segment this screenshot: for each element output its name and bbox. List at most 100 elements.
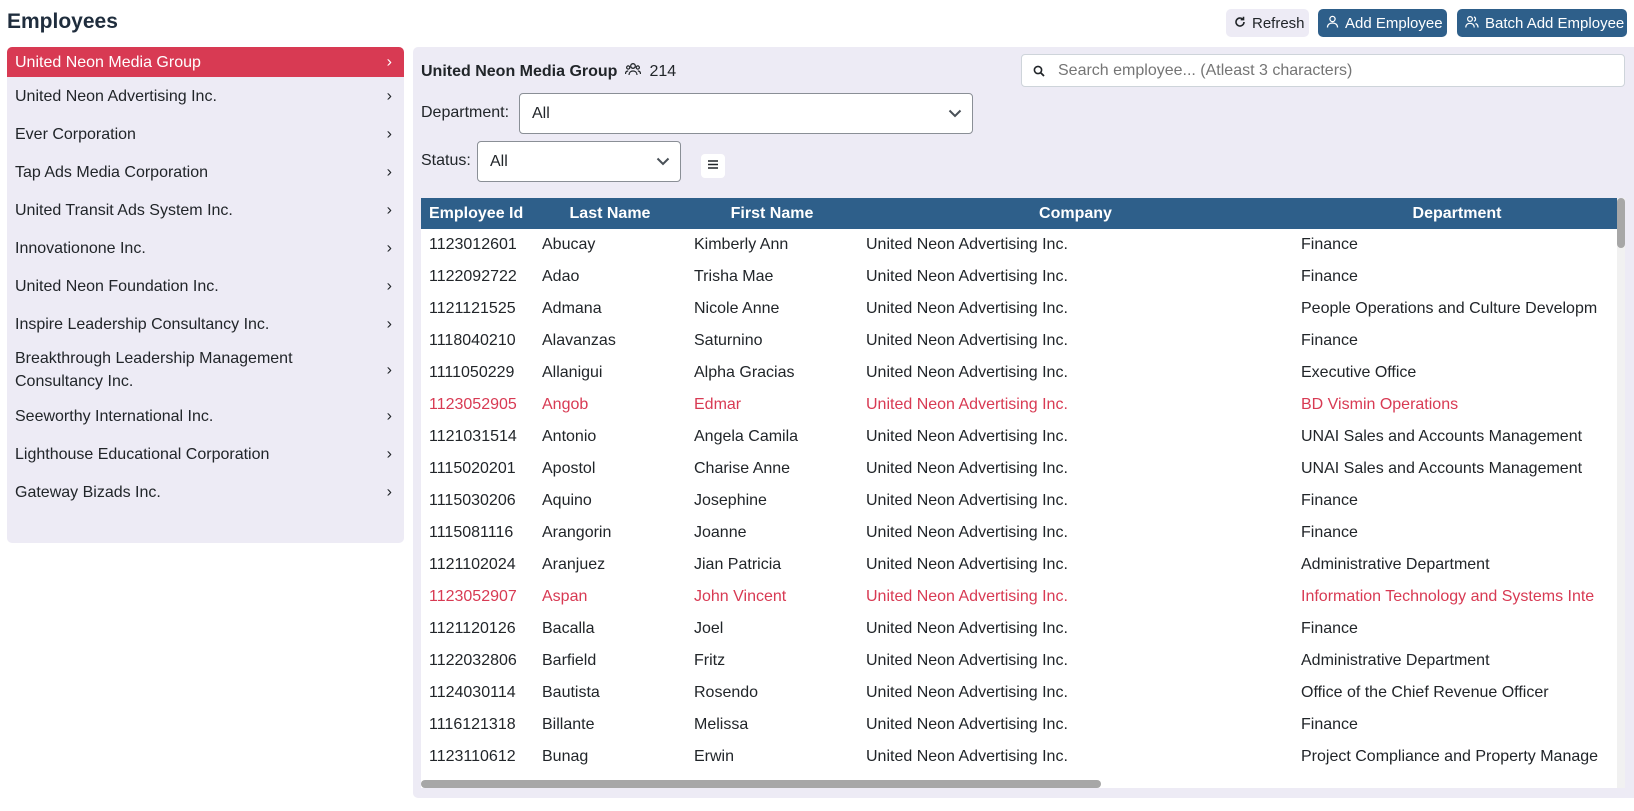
- people-icon: [625, 62, 642, 81]
- cell-last-name: Alavanzas: [542, 332, 616, 349]
- refresh-label: Refresh: [1252, 14, 1305, 32]
- table-row[interactable]: 1111050229 Allanigui Alpha Gracias United N…: [421, 357, 1621, 389]
- cell-company: United Neon Advertising Inc.: [866, 684, 1068, 701]
- table-row[interactable]: 1115030206 Aquino Josephine United Neon Adv…: [421, 485, 1621, 517]
- cell-employee-id: 1122032806: [429, 652, 517, 669]
- cell-employee-id: 1123012601: [429, 236, 517, 253]
- cell-department: People Operations and Culture Developm: [1301, 300, 1598, 317]
- cell-department: Finance: [1301, 716, 1358, 733]
- column-menu-button[interactable]: [701, 154, 725, 178]
- refresh-icon: [1234, 15, 1246, 32]
- header-employee-id[interactable]: Employee Id: [421, 198, 534, 229]
- sidebar-item[interactable]: Gateway Bizads Inc. ›: [7, 473, 404, 511]
- sidebar-item[interactable]: Innovationone Inc. ›: [7, 229, 404, 267]
- chevron-right-icon: ›: [386, 201, 392, 219]
- header-last-name[interactable]: Last Name: [534, 198, 686, 229]
- vertical-scroll-thumb[interactable]: [1617, 198, 1625, 248]
- chevron-right-icon: ›: [386, 163, 392, 181]
- table-row[interactable]: 1123052905 Angob Edmar United Neon Advertis…: [421, 389, 1621, 421]
- header-first-name[interactable]: First Name: [686, 198, 858, 229]
- cell-first-name: Edmar: [694, 396, 742, 413]
- batch-add-employee-button[interactable]: Batch Add Employee: [1457, 9, 1627, 37]
- sidebar-item-label: United Neon Advertising Inc.: [15, 87, 217, 105]
- cell-company: United Neon Advertising Inc.: [866, 460, 1068, 477]
- sidebar-item[interactable]: Seeworthy International Inc. ›: [7, 397, 404, 435]
- page-title: Employees: [7, 10, 118, 33]
- table-row[interactable]: 1121121525 Admana Nicole Anne United Neon A…: [421, 293, 1621, 325]
- table-row[interactable]: 1122092722 Adao Trisha Mae United Neon Adve…: [421, 261, 1621, 293]
- sidebar-item[interactable]: Inspire Leadership Consultancy Inc. ›: [7, 305, 404, 343]
- cell-last-name: Arangorin: [542, 524, 612, 541]
- cell-employee-id: 1121031514: [429, 428, 517, 445]
- cell-employee-id: 1111050229: [429, 364, 515, 381]
- sidebar-item[interactable]: United Transit Ads System Inc. ›: [7, 191, 404, 229]
- cell-employee-id: 1115020201: [429, 460, 516, 477]
- sidebar-item-label: Seeworthy International Inc.: [15, 407, 214, 425]
- chevron-right-icon: ›: [386, 315, 392, 333]
- sidebar-item[interactable]: Breakthrough Leadership Management Consu…: [7, 343, 404, 397]
- status-label: Status:: [421, 152, 471, 169]
- cell-department: Executive Office: [1301, 364, 1417, 381]
- cell-employee-id: 1115081116: [429, 524, 514, 541]
- table-row[interactable]: 1123012601 Abucay Kimberly Ann United Neon …: [421, 229, 1621, 261]
- cell-department: Finance: [1301, 268, 1358, 285]
- cell-last-name: Apostol: [542, 460, 596, 477]
- sidebar-item-label: United Neon Media Group: [15, 53, 201, 71]
- cell-department: BD Vismin Operations: [1301, 396, 1459, 413]
- department-select[interactable]: All: [519, 93, 973, 134]
- search-input[interactable]: [1056, 60, 1624, 81]
- cell-company: United Neon Advertising Inc.: [866, 364, 1068, 381]
- table-row[interactable]: 1123052907 Aspan John Vincent United Neon A…: [421, 581, 1621, 613]
- add-employee-button[interactable]: Add Employee: [1318, 9, 1447, 37]
- cell-last-name: Allanigui: [542, 364, 603, 381]
- cell-department: Administrative Department: [1301, 652, 1490, 669]
- cell-first-name: Josephine: [694, 492, 767, 509]
- status-select[interactable]: All: [477, 141, 681, 182]
- chevron-right-icon: ›: [386, 483, 392, 501]
- chevron-right-icon: ›: [386, 239, 392, 257]
- chevron-right-icon: ›: [386, 407, 392, 425]
- horizontal-scrollbar[interactable]: [421, 780, 1617, 788]
- sidebar-item[interactable]: United Neon Foundation Inc. ›: [7, 267, 404, 305]
- search-box: [1021, 54, 1625, 87]
- chevron-right-icon: ›: [386, 87, 392, 105]
- table-row[interactable]: 1123110612 Bunag Erwin United Neon Advertis…: [421, 741, 1621, 773]
- cell-last-name: Aquino: [542, 492, 592, 509]
- chevron-right-icon: ›: [386, 125, 392, 143]
- table-row[interactable]: 1121102024 Aranjuez Jian Patricia United Ne…: [421, 549, 1621, 581]
- table-row[interactable]: 1118040210 Alavanzas Saturnino United Neon …: [421, 325, 1621, 357]
- header-company[interactable]: Company: [858, 198, 1293, 229]
- table-row[interactable]: 1121120126 Bacalla Joel United Neon Adverti…: [421, 613, 1621, 645]
- table-row[interactable]: 1115020201 Apostol Charise Anne United Neon…: [421, 453, 1621, 485]
- sidebar-item[interactable]: Lighthouse Educational Corporation ›: [7, 435, 404, 473]
- sidebar-item[interactable]: United Neon Media Group ›: [7, 47, 404, 77]
- table-row[interactable]: 1115081116 Arangorin Joanne United Neon Adv…: [421, 517, 1621, 549]
- sidebar-item[interactable]: United Neon Advertising Inc. ›: [7, 77, 404, 115]
- vertical-scrollbar[interactable]: [1617, 198, 1625, 788]
- header-department[interactable]: Department: [1293, 198, 1621, 229]
- sidebar-item[interactable]: Ever Corporation ›: [7, 115, 404, 153]
- cell-department: Office of the Chief Revenue Officer: [1301, 684, 1549, 701]
- horizontal-scroll-thumb[interactable]: [421, 780, 1101, 788]
- cell-department: Finance: [1301, 236, 1358, 253]
- cell-company: United Neon Advertising Inc.: [866, 332, 1068, 349]
- cell-first-name: Trisha Mae: [694, 268, 774, 285]
- table-row[interactable]: 1116121318 Billante Melissa United Neon Adv…: [421, 709, 1621, 741]
- cell-employee-id: 1118040210: [429, 332, 516, 349]
- sidebar-item[interactable]: Tap Ads Media Corporation ›: [7, 153, 404, 191]
- cell-employee-id: 1121121525: [429, 300, 516, 317]
- employee-count: 214: [649, 62, 677, 80]
- cell-company: United Neon Advertising Inc.: [866, 556, 1068, 573]
- table-row[interactable]: 1121031514 Antonio Angela Camila United Neo…: [421, 421, 1621, 453]
- cell-first-name: John Vincent: [694, 588, 787, 605]
- sidebar-item-label: Tap Ads Media Corporation: [15, 163, 208, 181]
- table-row[interactable]: 1122032806 Barfield Fritz United Neon Adver…: [421, 645, 1621, 677]
- cell-last-name: Billante: [542, 716, 595, 733]
- cell-company: United Neon Advertising Inc.: [866, 428, 1068, 445]
- sidebar-item-label: United Neon Foundation Inc.: [15, 277, 219, 295]
- cell-department: Administrative Department: [1301, 556, 1490, 573]
- table-row[interactable]: 1124030114 Bautista Rosendo United Neon Adv…: [421, 677, 1621, 709]
- cell-employee-id: 1116121318: [429, 716, 516, 733]
- refresh-button[interactable]: Refresh: [1226, 9, 1309, 37]
- company-name: United Neon Media Group: [421, 62, 618, 80]
